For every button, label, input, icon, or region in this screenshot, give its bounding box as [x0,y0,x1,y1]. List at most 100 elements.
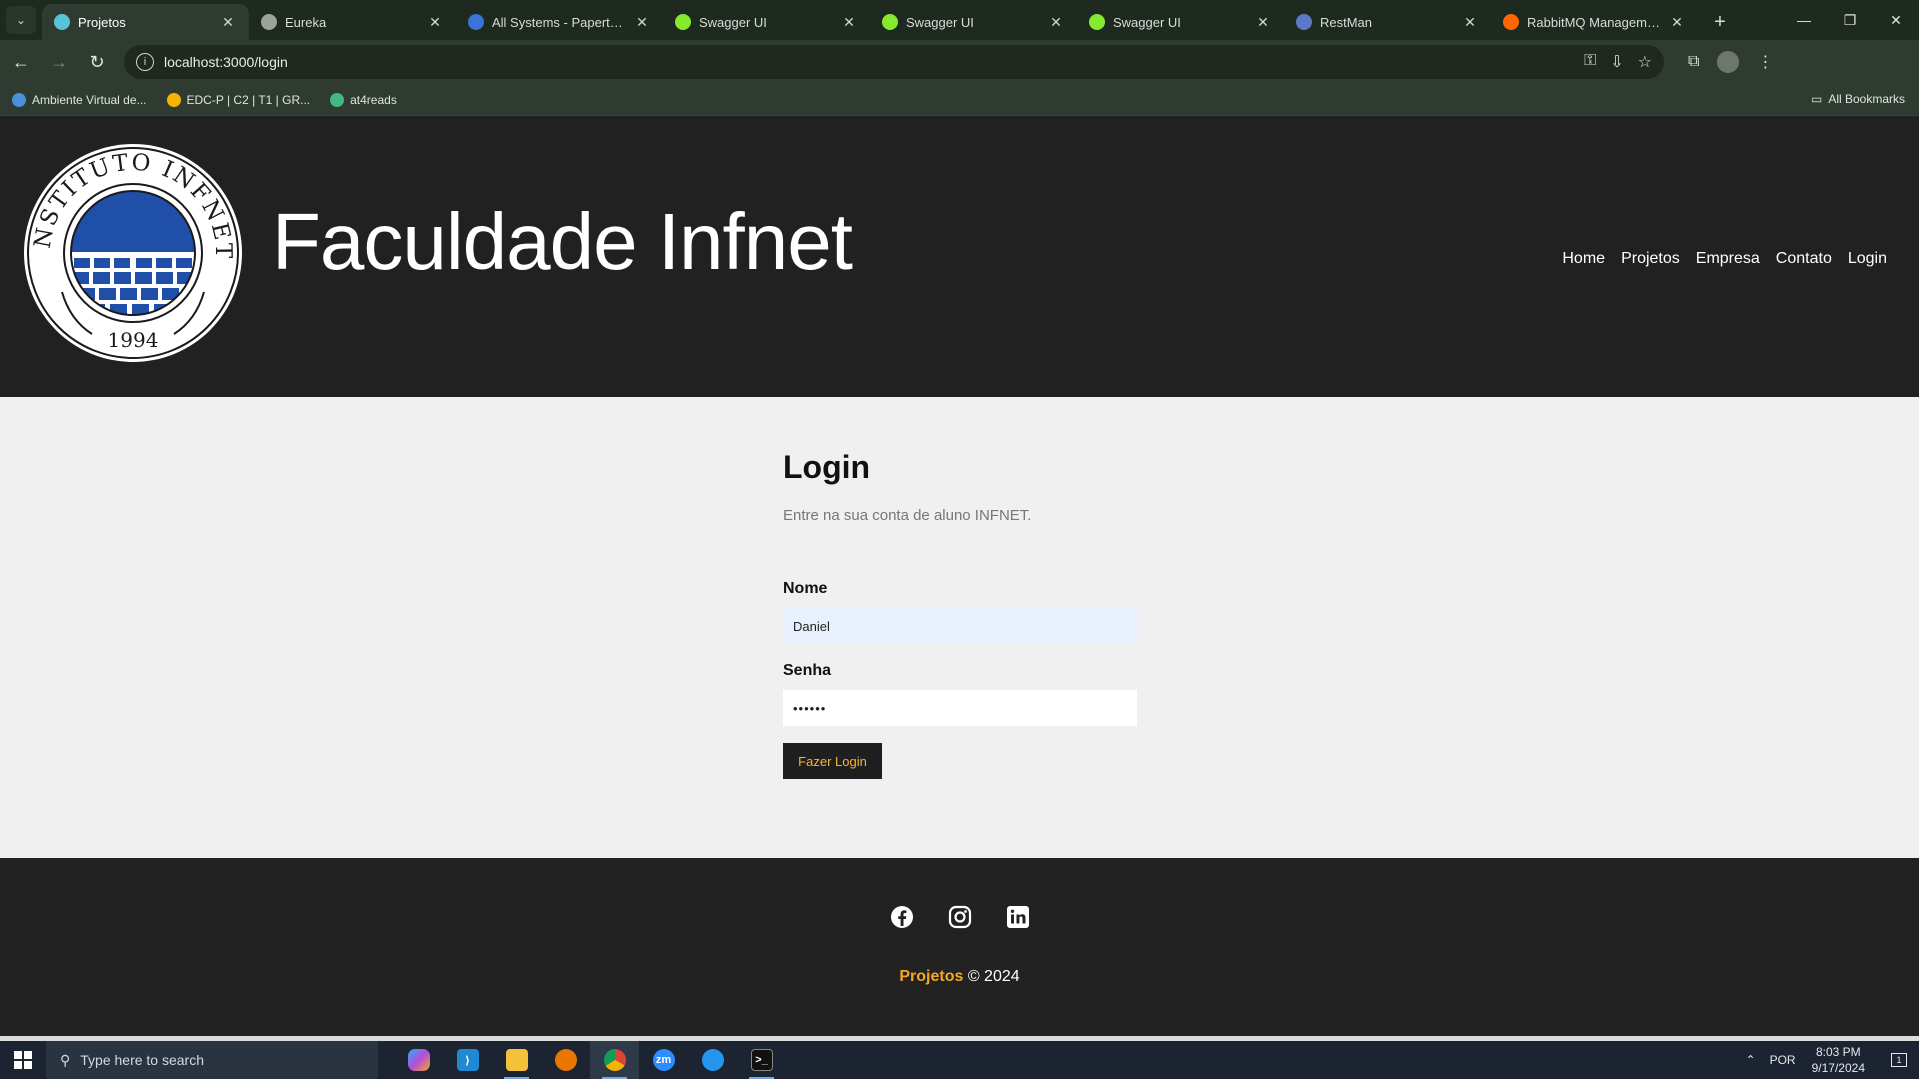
language-indicator[interactable]: POR [1770,1053,1796,1067]
password-label: Senha [783,662,832,679]
vue-icon [330,92,345,107]
docker-icon[interactable] [688,1041,737,1079]
forward-icon[interactable]: → [42,45,76,79]
minimize-icon[interactable]: — [1781,0,1827,40]
browser-tab[interactable]: Swagger UI ✕ [1077,4,1284,40]
extensions-icon[interactable]: ⧉ [1688,53,1699,71]
copyright: Projetos © 2024 [0,968,1919,986]
nav-empresa[interactable]: Empresa [1696,250,1760,268]
restman-icon [1296,14,1312,30]
vscode-icon[interactable]: ⟩ [443,1041,492,1079]
tab-close-icon[interactable]: ✕ [633,14,651,31]
site-info-icon[interactable]: i [136,53,154,71]
tab-close-icon[interactable]: ✕ [1461,14,1479,31]
tab-title: Swagger UI [1113,14,1181,30]
bookmark-label: EDC-P | C2 | T1 | GR... [186,92,311,107]
bookmarks-bar: Ambiente Virtual de... EDC-P | C2 | T1 | … [0,84,1919,116]
file-explorer-icon[interactable] [492,1041,541,1079]
back-icon[interactable]: ← [4,45,38,79]
password-key-icon[interactable]: ⚿ [1584,52,1596,72]
name-field[interactable] [783,608,1137,644]
taskbar-search[interactable]: ⚲ Type here to search [46,1041,378,1079]
notification-count: 1 [1891,1053,1907,1067]
facebook-icon[interactable] [890,905,914,929]
login-button[interactable]: Fazer Login [783,743,882,779]
windows-start-button[interactable] [0,1041,46,1079]
search-icon: ⚲ [60,1051,71,1068]
tab-close-icon[interactable]: ✕ [1668,14,1686,31]
browser-toolbar: ← → ↻ i localhost:3000/login ⚿ ⇩ ☆ ⧉ ⋮ [0,40,1919,84]
folder-icon: ▭ [1810,92,1823,106]
windows-logo-icon [14,1051,32,1069]
browser-tab[interactable]: Swagger UI ✕ [663,4,870,40]
taskbar-apps: ⟩ zm >_ [394,1041,786,1079]
all-bookmarks-button[interactable]: ▭ All Bookmarks [1811,92,1905,106]
bookmark-item[interactable]: EDC-P | C2 | T1 | GR... [166,92,311,107]
copilot-icon[interactable] [394,1041,443,1079]
nav-home[interactable]: Home [1562,250,1605,268]
moodle-icon [12,92,26,107]
drive-icon [166,92,181,107]
profile-avatar[interactable] [1717,51,1740,73]
swagger-icon [675,14,691,30]
restore-icon[interactable]: ❐ [1827,0,1873,40]
browser-tab[interactable]: Swagger UI ✕ [870,4,1077,40]
tab-close-icon[interactable]: ✕ [219,14,237,31]
nav-projetos[interactable]: Projetos [1621,250,1680,268]
seal-year: 1994 [108,328,159,352]
all-bookmarks-label: All Bookmarks [1828,92,1905,106]
address-bar[interactable]: i localhost:3000/login ⚿ ⇩ ☆ [124,45,1664,79]
nav-login[interactable]: Login [1848,250,1887,268]
bookmark-label: at4reads [350,92,397,107]
browser-tab[interactable]: RestMan ✕ [1284,4,1491,40]
clock[interactable]: 8:03 PM 9/17/2024 [1812,1044,1865,1076]
login-section: Login Entre na sua conta de aluno INFNET… [0,397,1919,858]
tab-close-icon[interactable]: ✕ [1254,14,1272,31]
browser-menu-icon[interactable]: ⋮ [1757,52,1773,72]
install-app-icon[interactable]: ⇩ [1610,52,1623,72]
tab-title: Swagger UI [699,14,767,30]
close-window-icon[interactable]: ✕ [1873,0,1919,40]
bookmark-star-icon[interactable]: ☆ [1638,52,1652,72]
linkedin-icon[interactable] [1006,905,1030,929]
swagger-icon [1089,14,1105,30]
chevron-up-icon[interactable]: ⌃ [1746,1053,1756,1067]
window-controls: — ❐ ✕ [1781,0,1919,40]
react-icon [54,14,70,30]
chrome-icon[interactable] [590,1041,639,1079]
reload-icon[interactable]: ↻ [80,45,114,79]
tab-title: Eureka [285,14,327,30]
browser-tab[interactable]: Projetos ✕ [42,4,249,40]
notifications-icon[interactable]: 1 [1879,1041,1919,1079]
tab-title: RestMan [1320,14,1373,30]
browser-tab[interactable]: Eureka ✕ [249,4,456,40]
tab-close-icon[interactable]: ✕ [426,14,444,31]
tab-title: All Systems - Papertrail [492,14,625,30]
tab-close-icon[interactable]: ✕ [1047,14,1065,31]
tab-title: RabbitMQ Management [1527,14,1660,30]
swagger-icon [882,14,898,30]
browser-tab[interactable]: RabbitMQ Management ✕ [1491,4,1698,40]
footer-brand-link[interactable]: Projetos [899,968,963,985]
tab-search-button[interactable]: ⌄ [6,6,36,34]
new-tab-button[interactable]: + [1706,8,1734,36]
password-field[interactable] [783,690,1137,726]
copyright-text: © 2024 [967,968,1020,985]
infnet-seal-logo[interactable]: INSTITUTO INFNET 1994 [22,142,244,364]
rabbitmq-icon [1503,14,1519,30]
url-text[interactable]: localhost:3000/login [164,54,1584,70]
papertrail-icon [468,14,484,30]
browser-tab[interactable]: All Systems - Papertrail ✕ [456,4,663,40]
blender-icon[interactable] [541,1041,590,1079]
bookmark-item[interactable]: Ambiente Virtual de... [12,92,147,107]
site-footer: Projetos © 2024 [0,858,1919,1036]
nav-contato[interactable]: Contato [1776,250,1832,268]
terminal-icon[interactable]: >_ [737,1041,786,1079]
bookmark-item[interactable]: at4reads [330,92,397,107]
globe-icon [261,14,277,30]
instagram-icon[interactable] [948,905,972,929]
tab-title: Swagger UI [906,14,974,30]
zoom-icon[interactable]: zm [639,1041,688,1079]
tab-close-icon[interactable]: ✕ [840,14,858,31]
browser-tabstrip: ⌄ Projetos ✕ Eureka ✕ All Systems - Papertra… [0,0,1919,40]
